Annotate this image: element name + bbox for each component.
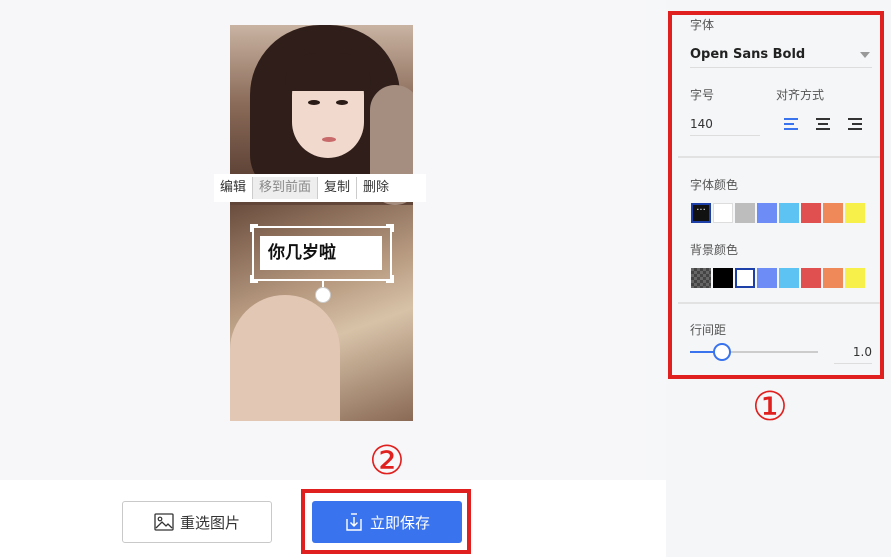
delete-menu-item[interactable]: 删除 <box>357 177 395 199</box>
photo-shoulder <box>230 295 340 421</box>
resize-handle-top-left[interactable] <box>250 224 258 232</box>
background-photo[interactable] <box>230 25 413 421</box>
context-menu: 编辑 移到前面 复制 删除 <box>214 174 426 202</box>
resize-handle-bottom-left[interactable] <box>250 275 258 283</box>
rotate-handle[interactable] <box>315 287 331 303</box>
copy-menu-item[interactable]: 复制 <box>318 177 358 199</box>
text-layer-content[interactable]: 你几岁啦 <box>260 236 382 270</box>
reselect-image-button[interactable]: 重选图片 <box>122 501 272 543</box>
image-icon <box>154 513 174 531</box>
photo-lips <box>322 137 336 142</box>
edit-menu-item[interactable]: 编辑 <box>214 177 254 199</box>
annotation-marker-2: ② <box>369 438 405 484</box>
resize-handle-top-right[interactable] <box>386 224 394 232</box>
annotation-box-2 <box>301 489 471 554</box>
text-layer-box[interactable]: 你几岁啦 <box>250 224 394 283</box>
photo-bangs <box>285 53 371 91</box>
resize-handle-bottom-right[interactable] <box>386 275 394 283</box>
annotation-marker-1: ① <box>752 384 788 430</box>
photo-eye <box>308 100 320 105</box>
reselect-image-label: 重选图片 <box>179 513 240 532</box>
bring-to-front-menu-item[interactable]: 移到前面 <box>253 177 319 199</box>
photo-eye <box>336 100 348 105</box>
annotation-box-1 <box>668 11 884 379</box>
